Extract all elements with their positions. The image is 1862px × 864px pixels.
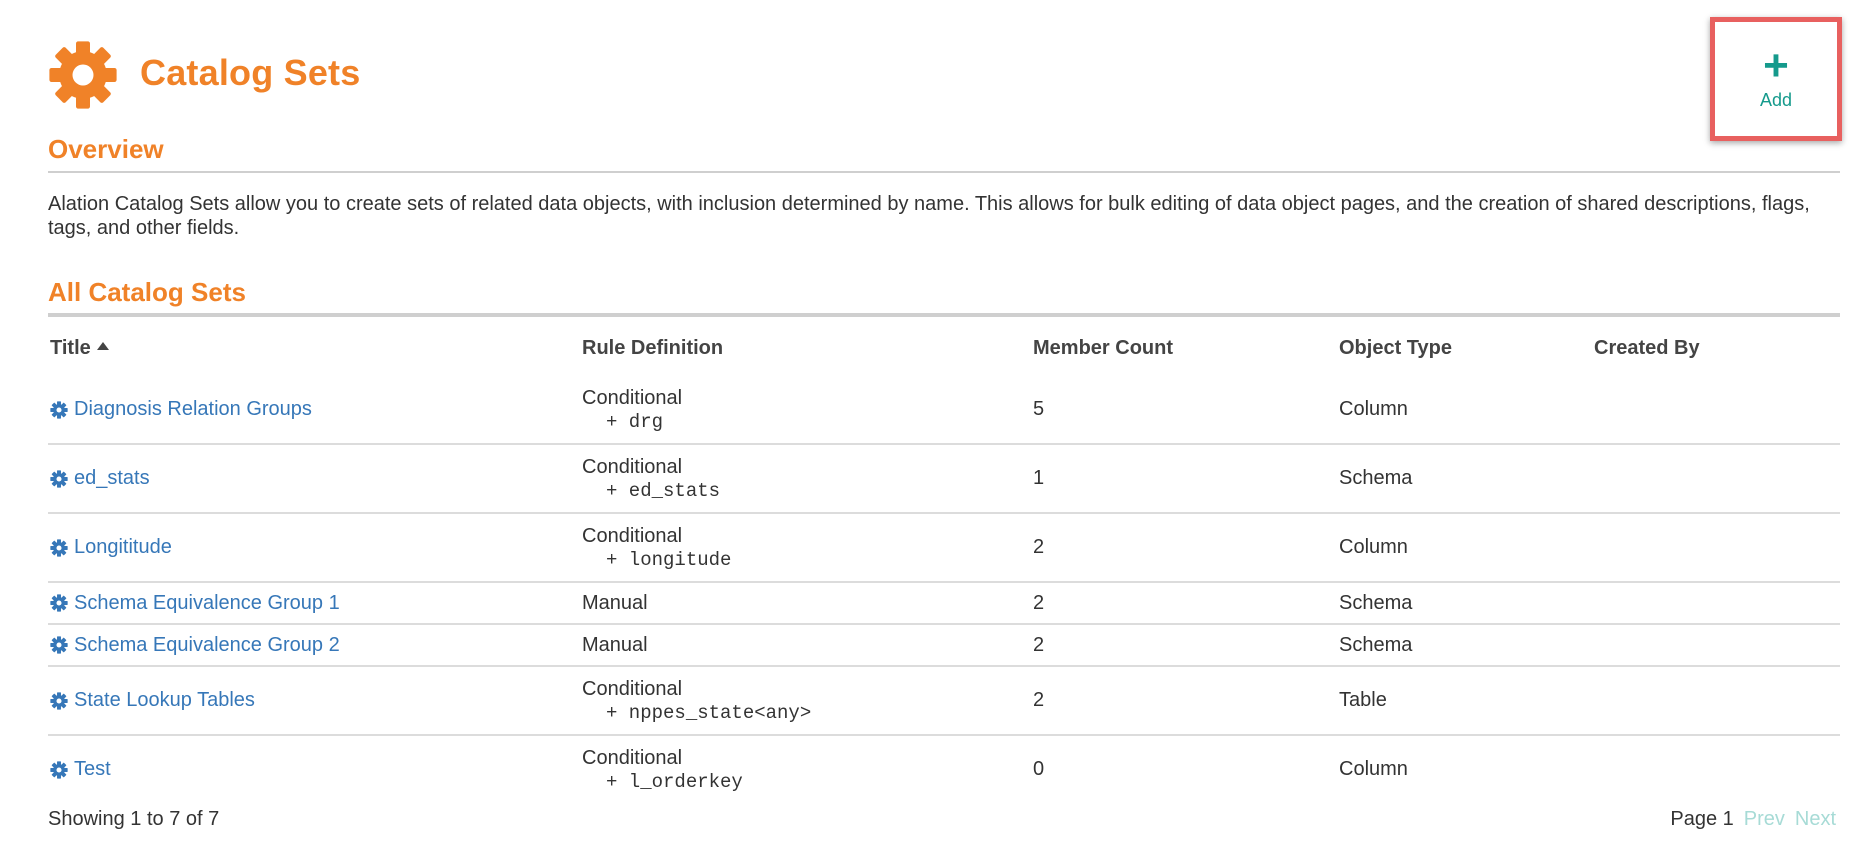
column-header-created-by[interactable]: Created By xyxy=(1594,337,1840,360)
catalog-set-title: Test xyxy=(74,758,111,780)
rule-expression: + ed_stats xyxy=(606,479,721,502)
catalog-set-link[interactable]: Test xyxy=(50,758,582,781)
catalog-set-title: State Lookup Tables xyxy=(74,689,255,711)
prev-page-link[interactable]: Prev xyxy=(1744,808,1785,831)
member-count-cell: 5 xyxy=(1033,398,1045,420)
rule-type: Conditional xyxy=(582,746,683,769)
catalog-set-title: Schema Equivalence Group 1 xyxy=(74,591,340,614)
catalog-set-link[interactable]: Longititude xyxy=(50,536,582,559)
catalog-sets-page: Catalog Sets + Add Overview Alation Cata… xyxy=(48,0,1842,830)
rule-expression: + nppes_state<any> xyxy=(606,701,812,724)
catalog-set-title: ed_stats xyxy=(74,467,150,489)
overview-description: Alation Catalog Sets allow you to create… xyxy=(48,193,1810,239)
object-type-cell: Column xyxy=(1339,398,1408,420)
all-catalog-sets-heading: All Catalog Sets xyxy=(48,277,246,307)
rule-definition-cell: Manual xyxy=(582,591,1033,615)
gear-icon xyxy=(50,636,68,654)
object-type-cell: Schema xyxy=(1339,467,1413,489)
rule-expression: + drg xyxy=(606,410,664,433)
member-count-cell: 2 xyxy=(1033,689,1045,711)
pagination: Page 1 Prev Next xyxy=(1670,808,1836,831)
title-cell: ed_stats xyxy=(48,467,582,490)
overview-heading: Overview xyxy=(48,134,164,164)
column-header-rule-definition[interactable]: Rule Definition xyxy=(582,337,1033,360)
title-cell: Schema Equivalence Group 1 xyxy=(48,592,582,615)
rule-definition-cell: Conditional + drg xyxy=(582,386,1033,434)
catalog-set-title: Longititude xyxy=(74,536,172,558)
table-row: Longititude Conditional + longitude 2 Column xyxy=(48,514,1840,583)
table-row: State Lookup Tables Conditional + nppes_st… xyxy=(48,667,1840,736)
gear-icon xyxy=(50,691,68,710)
column-header-title[interactable]: Title xyxy=(48,337,582,360)
member-count-cell: 2 xyxy=(1033,633,1045,656)
rule-type: Conditional xyxy=(582,677,683,700)
page-indicator: Page 1 xyxy=(1670,808,1734,830)
rule-definition-cell: Conditional + nppes_state<any> xyxy=(582,677,1033,725)
rule-type: Manual xyxy=(582,592,648,614)
column-header-object-type[interactable]: Object Type xyxy=(1339,337,1594,360)
rule-type: Conditional xyxy=(582,455,683,478)
rule-type: Conditional xyxy=(582,524,683,547)
catalog-set-link[interactable]: State Lookup Tables xyxy=(50,689,582,712)
catalog-sets-table: Title Rule Definition Member Count Objec… xyxy=(48,320,1840,803)
table-row: Diagnosis Relation Groups Conditional + dr… xyxy=(48,376,1840,445)
catalog-set-link[interactable]: Diagnosis Relation Groups xyxy=(50,398,582,421)
plus-icon: + xyxy=(1763,40,1789,90)
add-button[interactable]: + Add xyxy=(1710,17,1842,141)
rule-type: Manual xyxy=(582,634,648,656)
next-page-link[interactable]: Next xyxy=(1795,808,1836,831)
gear-icon xyxy=(50,760,68,779)
page-header: Catalog Sets + Add xyxy=(48,0,1842,150)
object-type-cell: Column xyxy=(1339,536,1408,558)
title-cell: Diagnosis Relation Groups xyxy=(48,398,582,421)
gear-icon xyxy=(50,538,68,557)
catalog-set-link[interactable]: Schema Equivalence Group 2 xyxy=(50,634,582,657)
table-body: Diagnosis Relation Groups Conditional + dr… xyxy=(48,376,1840,803)
showing-count: Showing 1 to 7 of 7 xyxy=(48,808,220,830)
catalog-set-link[interactable]: Schema Equivalence Group 1 xyxy=(50,592,582,615)
rule-definition-cell: Conditional + longitude xyxy=(582,524,1033,572)
object-type-cell: Schema xyxy=(1339,633,1413,656)
rule-expression: + l_orderkey xyxy=(606,770,743,793)
list-divider xyxy=(48,313,1840,317)
title-cell: Longititude xyxy=(48,536,582,559)
member-count-cell: 0 xyxy=(1033,758,1045,780)
gear-icon xyxy=(50,400,68,419)
member-count-cell: 1 xyxy=(1033,467,1045,489)
rule-definition-cell: Conditional + ed_stats xyxy=(582,455,1033,503)
title-cell: Schema Equivalence Group 2 xyxy=(48,634,582,657)
sort-ascending-icon xyxy=(96,342,109,351)
rule-definition-cell: Conditional + l_orderkey xyxy=(582,746,1033,794)
object-type-cell: Column xyxy=(1339,758,1408,780)
table-row: Schema Equivalence Group 1 Manual 2 Schema xyxy=(48,583,1840,625)
member-count-cell: 2 xyxy=(1033,591,1045,614)
column-header-member-count[interactable]: Member Count xyxy=(1033,337,1339,360)
member-count-cell: 2 xyxy=(1033,536,1045,558)
page-title: Catalog Sets xyxy=(140,52,361,93)
title-cell: State Lookup Tables xyxy=(48,689,582,712)
table-header: Title Rule Definition Member Count Objec… xyxy=(48,320,1840,376)
object-type-cell: Schema xyxy=(1339,591,1413,614)
title-cell: Test xyxy=(48,758,582,781)
rule-definition-cell: Manual xyxy=(582,633,1033,657)
catalog-set-title: Diagnosis Relation Groups xyxy=(74,398,312,420)
rule-type: Conditional xyxy=(582,386,683,409)
table-row: Test Conditional + l_orderkey 0 Column xyxy=(48,736,1840,803)
catalog-set-link[interactable]: ed_stats xyxy=(50,467,582,490)
add-button-label: Add xyxy=(1759,89,1793,110)
gear-icon xyxy=(50,594,68,612)
object-type-cell: Table xyxy=(1339,689,1387,711)
overview-divider xyxy=(48,171,1840,173)
gear-icon xyxy=(49,41,117,109)
gear-icon xyxy=(50,469,68,488)
rule-expression: + longitude xyxy=(606,548,732,571)
table-row: Schema Equivalence Group 2 Manual 2 Schema xyxy=(48,625,1840,667)
table-row: ed_stats Conditional + ed_stats 1 Schema xyxy=(48,445,1840,514)
catalog-set-title: Schema Equivalence Group 2 xyxy=(74,633,340,656)
